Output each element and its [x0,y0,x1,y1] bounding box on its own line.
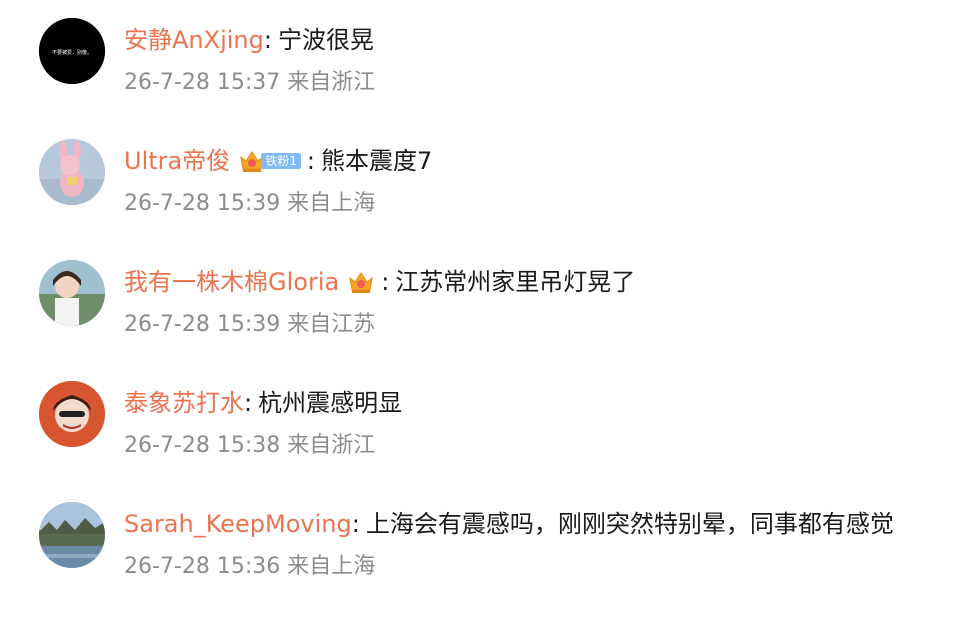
avatar-image [39,502,105,568]
fan-badge-label: 铁粉1 [261,153,301,169]
comment-meta: 26-7-28 15:36 来自上海 [124,550,375,584]
comment-text: 江苏常州家里吊灯晃了 [395,268,636,296]
timestamp: 26-7-28 15:37 [124,70,281,95]
comment-line: 我有一株木棉Gloria : 江苏常州家里吊灯晃了 [124,264,635,300]
crown-icon[interactable] [347,268,375,296]
comment-meta: 26-7-28 15:38 来自浙江 [124,429,375,463]
avatar-image [39,260,105,326]
location: 来自上海 [287,191,376,216]
comment-line: 泰象苏打水 : 杭州震感明显 [124,385,402,421]
comment-line: 安静AnXjing : 宁波很晃 [124,22,374,58]
comment-item: Sarah_KeepMoving : 上海会有震感吗，刚刚突然特别晕，同事都有感… [0,502,954,622]
timestamp: 26-7-28 15:36 [124,554,281,579]
timestamp: 26-7-28 15:39 [124,191,281,216]
username-link[interactable]: 安静AnXjing [124,22,264,58]
comment-text: 上海会有震感吗，刚刚突然特别晕，同事都有感觉 [365,510,894,538]
location: 来自上海 [287,554,376,579]
comment-item: 不要被爱，别傻。 安静AnXjing : 宁波很晃 26-7-28 15:37 … [0,18,954,138]
comment-item: 泰象苏打水 : 杭州震感明显 26-7-28 15:38 来自浙江 [0,381,954,501]
comment-text: 熊本震度7 [320,147,433,175]
comment-text: 宁波很晃 [277,26,374,54]
separator: : [351,510,360,538]
username-link[interactable]: 我有一株木棉Gloria [124,264,339,300]
avatar-text: 不要被爱，别傻。 [52,49,92,56]
avatar[interactable] [39,502,105,568]
separator: : [381,268,390,296]
separator: : [306,147,315,175]
comment-meta: 26-7-28 15:39 来自上海 [124,187,375,221]
comment-line: Ultra帝俊 铁粉1 : 熊本震度7 [124,143,432,179]
comment-line: Sarah_KeepMoving : 上海会有震感吗，刚刚突然特别晕，同事都有感… [124,506,894,542]
avatar[interactable] [39,260,105,326]
comment-item: Ultra帝俊 铁粉1 : 熊本震度7 26-7-28 15:39 来自上海 [0,139,954,259]
separator: : [263,26,272,54]
comment-meta: 26-7-28 15:37 来自浙江 [124,66,375,100]
avatar[interactable]: 不要被爱，别傻。 [39,18,105,84]
location: 来自浙江 [287,433,376,458]
separator: : [244,389,253,417]
avatar-image [39,381,105,447]
avatar[interactable] [39,381,105,447]
comment-text: 杭州震感明显 [258,389,403,417]
location: 来自江苏 [287,312,376,337]
location: 来自浙江 [287,70,376,95]
timestamp: 26-7-28 15:39 [124,312,281,337]
fan-badge[interactable]: 铁粉1 [230,147,301,175]
username-link[interactable]: Ultra帝俊 [124,143,230,179]
timestamp: 26-7-28 15:38 [124,433,281,458]
comment-item: 我有一株木棉Gloria : 江苏常州家里吊灯晃了 26-7-28 15:39 … [0,260,954,380]
avatar-image [39,139,105,205]
username-link[interactable]: 泰象苏打水 [124,385,244,421]
comment-meta: 26-7-28 15:39 来自江苏 [124,308,375,342]
username-link[interactable]: Sarah_KeepMoving [124,506,352,542]
avatar[interactable] [39,139,105,205]
avatar-image: 不要被爱，别傻。 [39,18,105,84]
